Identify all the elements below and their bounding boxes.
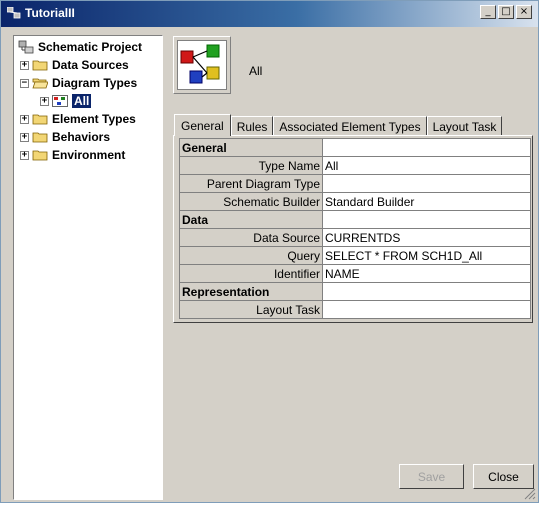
maximize-icon: □ [501,6,511,17]
tree-item-diagram-types[interactable]: − Diagram Types [20,75,137,91]
property-row[interactable]: Schematic Builder Standard Builder [179,192,531,211]
property-row[interactable]: Data Source CURRENTDS [179,228,531,247]
tree-item-environment[interactable]: + Environment [20,147,125,163]
tab-associated-element-types[interactable]: Associated Element Types [273,116,427,136]
section-header-general: General [179,138,323,157]
expand-icon[interactable]: + [20,114,29,124]
minimize-icon: _ [485,6,491,17]
resize-grip-icon[interactable] [524,488,536,500]
folder-icon [32,132,48,143]
tree-item-schematic-project[interactable]: Schematic Project [18,39,142,55]
property-value-schematic-builder[interactable]: Standard Builder [322,192,531,211]
folder-icon [32,60,48,71]
tree-item-all[interactable]: + All [40,93,92,109]
property-key-layout-task: Layout Task [179,300,323,319]
tree-item-label: Environment [52,148,126,162]
app-icon [7,7,21,19]
property-row[interactable]: Type Name All [179,156,531,175]
title-bar[interactable]: TutorialII _ □ × [1,1,538,27]
tab-layout-task[interactable]: Layout Task [426,116,503,136]
diagram-type-icon [52,95,68,107]
tree-item-label: Element Types [52,112,136,126]
close-icon: × [519,6,529,17]
property-value-identifier[interactable]: NAME [322,264,531,283]
property-key-type-name: Type Name [179,156,323,175]
tutorial-window: TutorialII _ □ × Schematic Project + Dat… [0,0,539,503]
collapse-icon[interactable]: − [20,78,29,88]
tree-item-data-sources[interactable]: + Data Sources [20,57,129,73]
tab-general[interactable]: General [174,114,231,136]
property-key-schematic-builder: Schematic Builder [179,192,323,211]
save-button[interactable]: Save [399,464,464,489]
folder-icon [32,114,48,125]
section-row: Data [179,210,531,229]
expand-icon[interactable]: + [20,60,29,70]
tree-item-behaviors[interactable]: + Behaviors [20,129,110,145]
expand-icon[interactable]: + [20,150,29,160]
expand-icon[interactable]: + [40,96,49,106]
tab-strip: General Rules Associated Element Types L… [174,114,503,136]
property-value-type-name[interactable]: All [322,156,531,175]
folder-icon [32,150,48,161]
diagram-type-preview [173,36,231,94]
expand-icon[interactable]: + [20,132,29,142]
property-row[interactable]: Layout Task [179,300,531,319]
tree-item-label: Behaviors [52,130,111,144]
property-row[interactable]: Query SELECT * FROM SCH1D_All [179,246,531,265]
project-icon [18,40,34,54]
section-row: General [179,138,531,157]
minimize-button[interactable]: _ [480,5,496,19]
property-grid: General Type Name All Parent Diagram Typ… [179,138,531,319]
tab-rules[interactable]: Rules [230,116,274,136]
tree-item-label: Data Sources [52,58,129,72]
section-header-data: Data [179,210,323,229]
property-row[interactable]: Parent Diagram Type [179,174,531,193]
tree-item-label: All [72,94,92,108]
close-window-button[interactable]: × [516,5,532,19]
open-folder-icon [32,78,48,89]
diagram-type-icon [180,44,220,84]
property-value-query[interactable]: SELECT * FROM SCH1D_All [322,246,531,265]
section-row: Representation [179,282,531,301]
property-value-data-source[interactable]: CURRENTDS [322,228,531,247]
tree-item-label: Diagram Types [52,76,138,90]
property-key-query: Query [179,246,323,265]
general-tab-panel: General Type Name All Parent Diagram Typ… [173,135,533,323]
close-button[interactable]: Close [473,464,534,489]
property-key-parent-diagram-type: Parent Diagram Type [179,174,323,193]
property-value-layout-task[interactable] [322,300,531,319]
property-row[interactable]: Identifier NAME [179,264,531,283]
property-key-data-source: Data Source [179,228,323,247]
section-header-representation: Representation [179,282,323,301]
maximize-button[interactable]: □ [498,5,514,19]
property-key-identifier: Identifier [179,264,323,283]
diagram-type-name: All [249,64,263,78]
project-tree[interactable]: Schematic Project + Data Sources − Diagr… [13,35,163,500]
tree-item-label: Schematic Project [38,40,143,54]
tree-item-element-types[interactable]: + Element Types [20,111,136,127]
window-title: TutorialII [25,6,75,20]
property-value-parent-diagram-type[interactable] [322,174,531,193]
